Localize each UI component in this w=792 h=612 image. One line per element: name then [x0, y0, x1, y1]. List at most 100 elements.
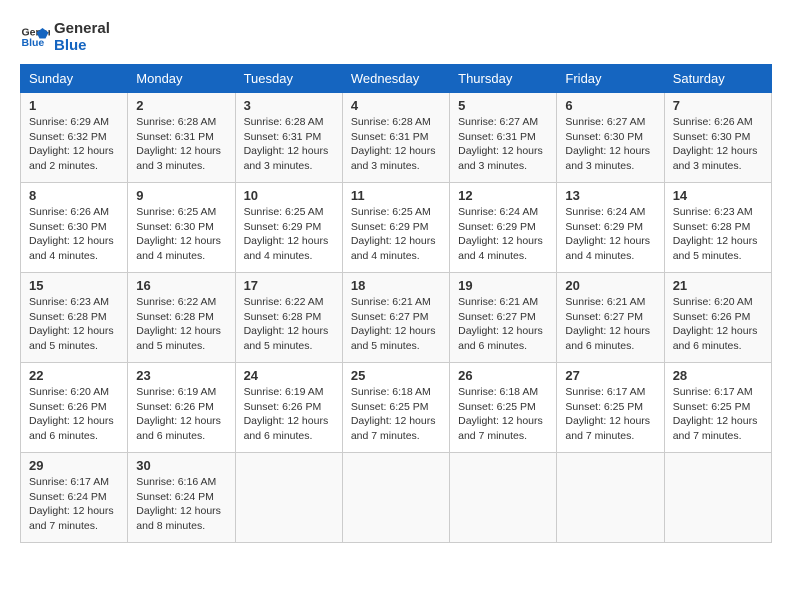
calendar-header-row: SundayMondayTuesdayWednesdayThursdayFrid… — [21, 65, 772, 93]
day-detail: Sunrise: 6:27 AMSunset: 6:30 PMDaylight:… — [565, 115, 655, 174]
calendar-cell: 10 Sunrise: 6:25 AMSunset: 6:29 PMDaylig… — [235, 183, 342, 273]
calendar-cell — [235, 453, 342, 543]
calendar-cell: 23 Sunrise: 6:19 AMSunset: 6:26 PMDaylig… — [128, 363, 235, 453]
day-number: 20 — [565, 278, 655, 293]
calendar-cell: 8 Sunrise: 6:26 AMSunset: 6:30 PMDayligh… — [21, 183, 128, 273]
calendar-cell: 26 Sunrise: 6:18 AMSunset: 6:25 PMDaylig… — [450, 363, 557, 453]
calendar-cell: 7 Sunrise: 6:26 AMSunset: 6:30 PMDayligh… — [664, 93, 771, 183]
week-row-5: 29 Sunrise: 6:17 AMSunset: 6:24 PMDaylig… — [21, 453, 772, 543]
calendar-cell: 24 Sunrise: 6:19 AMSunset: 6:26 PMDaylig… — [235, 363, 342, 453]
header-sunday: Sunday — [21, 65, 128, 93]
calendar-cell — [557, 453, 664, 543]
header-thursday: Thursday — [450, 65, 557, 93]
day-detail: Sunrise: 6:18 AMSunset: 6:25 PMDaylight:… — [458, 385, 548, 444]
day-detail: Sunrise: 6:26 AMSunset: 6:30 PMDaylight:… — [673, 115, 763, 174]
logo-icon: General Blue — [20, 22, 50, 52]
day-detail: Sunrise: 6:28 AMSunset: 6:31 PMDaylight:… — [351, 115, 441, 174]
calendar-cell: 30 Sunrise: 6:16 AMSunset: 6:24 PMDaylig… — [128, 453, 235, 543]
calendar-cell: 9 Sunrise: 6:25 AMSunset: 6:30 PMDayligh… — [128, 183, 235, 273]
day-detail: Sunrise: 6:19 AMSunset: 6:26 PMDaylight:… — [136, 385, 226, 444]
day-detail: Sunrise: 6:20 AMSunset: 6:26 PMDaylight:… — [673, 295, 763, 354]
logo-text: GeneralBlue — [54, 20, 110, 54]
day-number: 11 — [351, 188, 441, 203]
week-row-4: 22 Sunrise: 6:20 AMSunset: 6:26 PMDaylig… — [21, 363, 772, 453]
day-number: 13 — [565, 188, 655, 203]
logo: General Blue GeneralBlue — [20, 20, 110, 54]
day-detail: Sunrise: 6:23 AMSunset: 6:28 PMDaylight:… — [673, 205, 763, 264]
calendar-cell: 25 Sunrise: 6:18 AMSunset: 6:25 PMDaylig… — [342, 363, 449, 453]
day-number: 17 — [244, 278, 334, 293]
week-row-1: 1 Sunrise: 6:29 AMSunset: 6:32 PMDayligh… — [21, 93, 772, 183]
calendar-table: SundayMondayTuesdayWednesdayThursdayFrid… — [20, 64, 772, 543]
day-number: 12 — [458, 188, 548, 203]
day-detail: Sunrise: 6:17 AMSunset: 6:25 PMDaylight:… — [673, 385, 763, 444]
calendar-cell: 14 Sunrise: 6:23 AMSunset: 6:28 PMDaylig… — [664, 183, 771, 273]
day-detail: Sunrise: 6:25 AMSunset: 6:30 PMDaylight:… — [136, 205, 226, 264]
header-monday: Monday — [128, 65, 235, 93]
day-number: 7 — [673, 98, 763, 113]
calendar-cell: 20 Sunrise: 6:21 AMSunset: 6:27 PMDaylig… — [557, 273, 664, 363]
day-number: 4 — [351, 98, 441, 113]
day-detail: Sunrise: 6:25 AMSunset: 6:29 PMDaylight:… — [351, 205, 441, 264]
week-row-2: 8 Sunrise: 6:26 AMSunset: 6:30 PMDayligh… — [21, 183, 772, 273]
day-number: 8 — [29, 188, 119, 203]
day-number: 5 — [458, 98, 548, 113]
day-number: 18 — [351, 278, 441, 293]
day-number: 28 — [673, 368, 763, 383]
day-number: 2 — [136, 98, 226, 113]
calendar-cell: 29 Sunrise: 6:17 AMSunset: 6:24 PMDaylig… — [21, 453, 128, 543]
calendar-cell — [664, 453, 771, 543]
header-wednesday: Wednesday — [342, 65, 449, 93]
calendar-cell: 18 Sunrise: 6:21 AMSunset: 6:27 PMDaylig… — [342, 273, 449, 363]
calendar-cell: 27 Sunrise: 6:17 AMSunset: 6:25 PMDaylig… — [557, 363, 664, 453]
calendar-cell: 4 Sunrise: 6:28 AMSunset: 6:31 PMDayligh… — [342, 93, 449, 183]
day-number: 30 — [136, 458, 226, 473]
day-number: 29 — [29, 458, 119, 473]
calendar-cell: 2 Sunrise: 6:28 AMSunset: 6:31 PMDayligh… — [128, 93, 235, 183]
page-header: General Blue GeneralBlue — [20, 20, 772, 54]
calendar-cell: 5 Sunrise: 6:27 AMSunset: 6:31 PMDayligh… — [450, 93, 557, 183]
day-detail: Sunrise: 6:26 AMSunset: 6:30 PMDaylight:… — [29, 205, 119, 264]
header-saturday: Saturday — [664, 65, 771, 93]
day-detail: Sunrise: 6:16 AMSunset: 6:24 PMDaylight:… — [136, 475, 226, 534]
calendar-cell: 17 Sunrise: 6:22 AMSunset: 6:28 PMDaylig… — [235, 273, 342, 363]
calendar-cell: 11 Sunrise: 6:25 AMSunset: 6:29 PMDaylig… — [342, 183, 449, 273]
day-number: 1 — [29, 98, 119, 113]
day-detail: Sunrise: 6:23 AMSunset: 6:28 PMDaylight:… — [29, 295, 119, 354]
day-number: 14 — [673, 188, 763, 203]
day-number: 25 — [351, 368, 441, 383]
calendar-cell: 22 Sunrise: 6:20 AMSunset: 6:26 PMDaylig… — [21, 363, 128, 453]
calendar-cell: 16 Sunrise: 6:22 AMSunset: 6:28 PMDaylig… — [128, 273, 235, 363]
day-number: 22 — [29, 368, 119, 383]
day-detail: Sunrise: 6:27 AMSunset: 6:31 PMDaylight:… — [458, 115, 548, 174]
day-number: 10 — [244, 188, 334, 203]
day-number: 24 — [244, 368, 334, 383]
day-detail: Sunrise: 6:21 AMSunset: 6:27 PMDaylight:… — [565, 295, 655, 354]
day-detail: Sunrise: 6:28 AMSunset: 6:31 PMDaylight:… — [136, 115, 226, 174]
calendar-cell: 1 Sunrise: 6:29 AMSunset: 6:32 PMDayligh… — [21, 93, 128, 183]
day-detail: Sunrise: 6:25 AMSunset: 6:29 PMDaylight:… — [244, 205, 334, 264]
day-detail: Sunrise: 6:22 AMSunset: 6:28 PMDaylight:… — [136, 295, 226, 354]
day-number: 27 — [565, 368, 655, 383]
day-number: 6 — [565, 98, 655, 113]
day-detail: Sunrise: 6:18 AMSunset: 6:25 PMDaylight:… — [351, 385, 441, 444]
day-detail: Sunrise: 6:17 AMSunset: 6:25 PMDaylight:… — [565, 385, 655, 444]
day-detail: Sunrise: 6:28 AMSunset: 6:31 PMDaylight:… — [244, 115, 334, 174]
calendar-cell: 15 Sunrise: 6:23 AMSunset: 6:28 PMDaylig… — [21, 273, 128, 363]
day-number: 19 — [458, 278, 548, 293]
svg-text:Blue: Blue — [22, 37, 45, 49]
day-detail: Sunrise: 6:19 AMSunset: 6:26 PMDaylight:… — [244, 385, 334, 444]
day-number: 16 — [136, 278, 226, 293]
day-detail: Sunrise: 6:20 AMSunset: 6:26 PMDaylight:… — [29, 385, 119, 444]
calendar-cell: 13 Sunrise: 6:24 AMSunset: 6:29 PMDaylig… — [557, 183, 664, 273]
day-number: 3 — [244, 98, 334, 113]
calendar-cell: 12 Sunrise: 6:24 AMSunset: 6:29 PMDaylig… — [450, 183, 557, 273]
calendar-cell — [342, 453, 449, 543]
calendar-cell: 6 Sunrise: 6:27 AMSunset: 6:30 PMDayligh… — [557, 93, 664, 183]
calendar-cell: 28 Sunrise: 6:17 AMSunset: 6:25 PMDaylig… — [664, 363, 771, 453]
day-number: 26 — [458, 368, 548, 383]
week-row-3: 15 Sunrise: 6:23 AMSunset: 6:28 PMDaylig… — [21, 273, 772, 363]
header-friday: Friday — [557, 65, 664, 93]
day-detail: Sunrise: 6:29 AMSunset: 6:32 PMDaylight:… — [29, 115, 119, 174]
day-detail: Sunrise: 6:21 AMSunset: 6:27 PMDaylight:… — [458, 295, 548, 354]
